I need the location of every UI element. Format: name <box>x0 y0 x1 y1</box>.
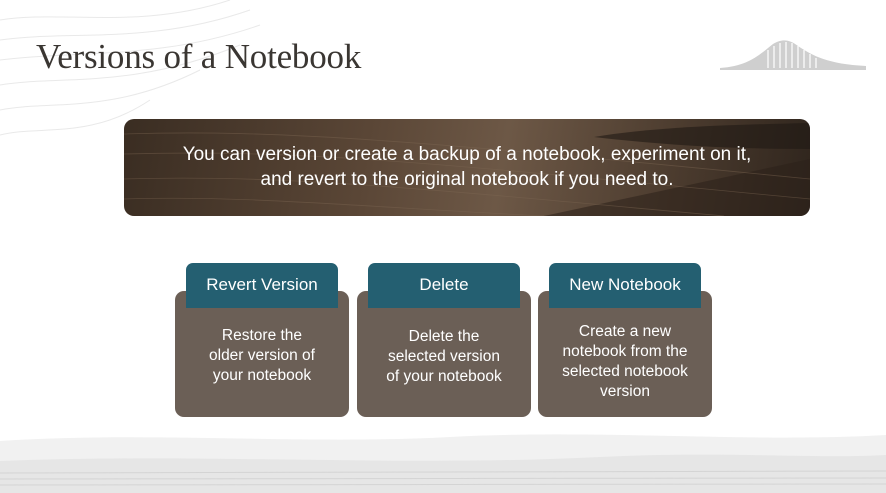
slide-title: Versions of a Notebook <box>36 37 362 76</box>
card-description: Delete the selected version of your note… <box>357 327 531 387</box>
decorative-mountain-icon <box>720 40 866 70</box>
card-header: New Notebook <box>549 263 701 308</box>
banner-text-line-1: You can version or create a backup of a … <box>182 144 752 165</box>
card-revert-version: Revert Version Restore the older version… <box>175 263 349 417</box>
background-texture-bottom <box>0 434 886 493</box>
card-header: Revert Version <box>186 263 338 308</box>
card-description: Restore the older version of your notebo… <box>175 326 349 386</box>
intro-banner: You can version or create a backup of a … <box>124 119 810 216</box>
card-description-line: of your notebook <box>386 368 502 385</box>
card-description-line: notebook from the <box>562 343 688 360</box>
card-description-line: your notebook <box>212 367 312 384</box>
card-new-notebook: New Notebook Create a new notebook from … <box>538 263 712 417</box>
card-description-line: Create a new <box>578 323 672 340</box>
card-delete: Delete Delete the selected version of yo… <box>357 263 531 417</box>
card-description-line: Restore the <box>221 327 303 344</box>
card-description: Create a new notebook from the selected … <box>538 322 712 402</box>
card-header: Delete <box>368 263 520 308</box>
card-description-line: selected notebook <box>562 363 688 380</box>
card-description-line: older version of <box>209 347 315 364</box>
card-description-line: Delete the <box>408 328 480 345</box>
card-description-line: version <box>600 383 650 400</box>
banner-text-line-2: and revert to the original notebook if y… <box>260 169 674 190</box>
card-description-line: selected version <box>387 348 500 365</box>
